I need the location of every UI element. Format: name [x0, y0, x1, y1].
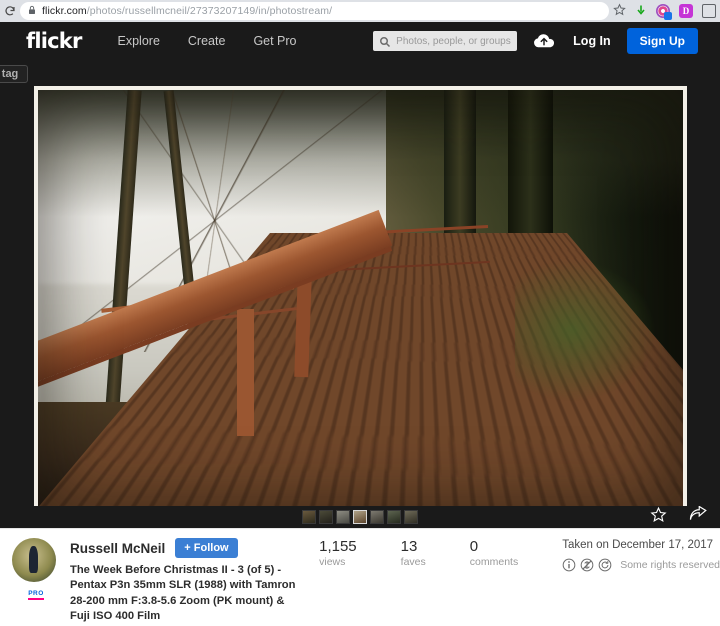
license-row: Some rights reserved: [562, 558, 720, 572]
stat-comments-label: comments: [469, 556, 519, 568]
nav-explore[interactable]: Explore: [118, 34, 160, 48]
browser-toolbar: flickr.com/photos/russellmcneil/27373207…: [0, 0, 720, 22]
stat-faves: 13 faves: [401, 538, 426, 610]
extension-icon-3[interactable]: [702, 4, 716, 18]
follow-button[interactable]: + Follow: [175, 538, 238, 558]
owner-details: Russell McNeil + Follow The Week Before …: [70, 538, 307, 622]
url-path: /photos/russellmcneil/27373207149/in/pho…: [86, 5, 333, 17]
address-bar[interactable]: flickr.com/photos/russellmcneil/27373207…: [20, 2, 609, 20]
photo-vignette: [38, 90, 683, 512]
filmstrip-thumb[interactable]: [336, 510, 350, 524]
stat-views: 1,155 views: [319, 538, 357, 610]
download-arrow-icon[interactable]: [635, 4, 647, 19]
photostream-filmstrip: [0, 505, 720, 528]
share-arrow-icon[interactable]: [689, 505, 708, 528]
signup-button[interactable]: Sign Up: [626, 28, 698, 54]
stat-faves-label: faves: [400, 556, 426, 568]
favorite-star-icon[interactable]: [650, 506, 667, 528]
avatar[interactable]: [12, 538, 56, 582]
nav-create[interactable]: Create: [188, 34, 226, 48]
filmstrip-thumb[interactable]: [370, 510, 384, 524]
site-header: flickr Explore Create Get Pro Photos, pe…: [0, 22, 720, 60]
cloud-upload-icon[interactable]: [533, 33, 555, 49]
filmstrip-thumb-selected[interactable]: [353, 510, 367, 524]
owner-name[interactable]: Russell McNeil: [70, 541, 165, 556]
cc-attribution-icon[interactable]: [562, 558, 576, 572]
tag-strip: o tag: [0, 60, 720, 86]
cc-noncommercial-icon[interactable]: [580, 558, 594, 572]
filmstrip-thumb[interactable]: [387, 510, 401, 524]
filmstrip-thumb[interactable]: [302, 510, 316, 524]
logo-text: flickr: [26, 29, 82, 53]
flickr-logo[interactable]: flickr: [26, 29, 82, 53]
nav-get-pro[interactable]: Get Pro: [253, 34, 296, 48]
stat-views-label: views: [319, 556, 346, 568]
stat-comments-value: 0: [469, 538, 479, 555]
owner-column: PRO Russell McNeil + Follow The Week Bef…: [0, 538, 307, 622]
url-text: flickr.com/photos/russellmcneil/27373207…: [42, 5, 332, 17]
login-link[interactable]: Log In: [573, 34, 611, 48]
photo-actions: [650, 505, 708, 528]
browser-actions: D: [613, 3, 720, 20]
photo-frame: [33, 86, 687, 516]
photo-stage: [0, 86, 720, 516]
reload-icon[interactable]: [0, 5, 20, 17]
avatar-wrapper: PRO: [12, 538, 60, 610]
bookmark-star-icon[interactable]: [613, 3, 626, 19]
search-placeholder: Photos, people, or groups: [396, 35, 511, 47]
stat-comments: 0 comments: [470, 538, 518, 610]
taken-column: Taken on December 17, 2017 Some rights r…: [562, 538, 720, 610]
stat-views-value: 1,155: [319, 538, 357, 555]
search-box[interactable]: Photos, people, or groups: [373, 31, 518, 51]
filmstrip-thumb[interactable]: [404, 510, 418, 524]
owner-row: Russell McNeil + Follow: [70, 538, 307, 558]
lock-icon: [28, 5, 36, 17]
photo-info-bar: PRO Russell McNeil + Follow The Week Bef…: [0, 528, 720, 622]
main-photo[interactable]: [37, 90, 683, 512]
photo-title: The Week Before Christmas II - 3 (of 5) …: [70, 564, 296, 623]
pro-badge: PRO: [28, 590, 44, 600]
extension-icon-1[interactable]: [656, 4, 672, 20]
filmstrip-thumb[interactable]: [319, 510, 333, 524]
stats-column: 1,155 views 13 faves 0 comments Taken on…: [307, 538, 720, 610]
cc-sharealike-icon[interactable]: [598, 558, 612, 572]
extension-icon-2[interactable]: D: [679, 4, 693, 18]
taken-date: Taken on December 17, 2017: [562, 539, 714, 551]
tag-chip[interactable]: o tag: [0, 65, 29, 83]
url-host: flickr.com: [42, 5, 87, 17]
rights-text: Some rights reserved: [620, 559, 720, 571]
stat-faves-value: 13: [400, 538, 418, 555]
search-icon: [379, 35, 391, 48]
header-right-group: Photos, people, or groups Log In Sign Up: [373, 22, 698, 60]
